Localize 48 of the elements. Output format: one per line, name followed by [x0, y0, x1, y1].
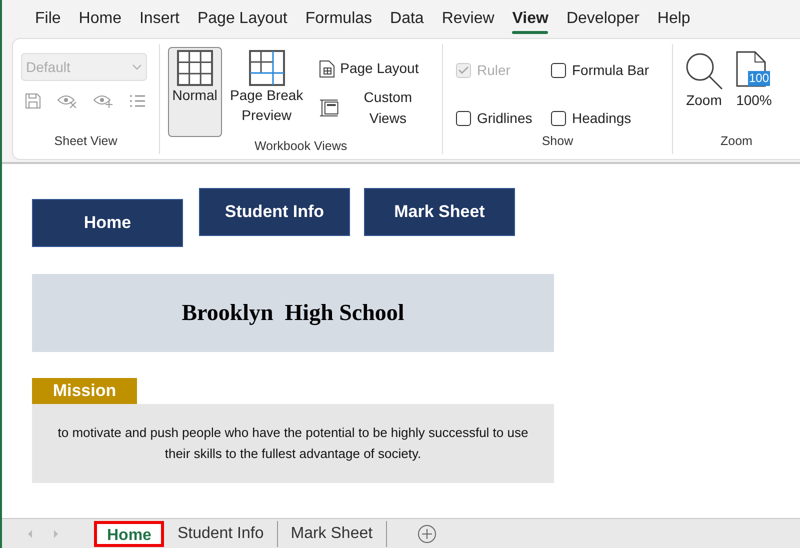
ribbon-tab[interactable]: View	[503, 0, 558, 38]
dropdown-value: Default	[26, 58, 70, 76]
shape-button[interactable]: Mark Sheet	[364, 188, 515, 236]
checkbox[interactable]: Formula Bar	[550, 56, 681, 84]
group-label: Sheet View	[53, 133, 118, 150]
mission-heading: Mission	[32, 378, 137, 404]
ribbon-tab[interactable]: File	[26, 0, 70, 38]
search-icon	[684, 51, 724, 91]
ribbon-tab[interactable]: Formulas	[296, 0, 382, 38]
caret-icon	[132, 64, 142, 70]
ribbon-tab[interactable]: Developer	[557, 0, 648, 38]
list-icon[interactable]	[129, 94, 145, 108]
grid-icon	[176, 50, 213, 86]
ribbon-tab[interactable]: Home	[70, 0, 130, 38]
ribbon-tab[interactable]: Review	[432, 0, 504, 38]
zoom-level-badge: 100	[748, 71, 770, 86]
ribbon-tab[interactable]: Data	[381, 0, 433, 38]
add-sheet-icon[interactable]	[416, 524, 437, 544]
view-button[interactable]: Normal	[168, 47, 222, 137]
ribbon-tab[interactable]: Page Layout	[188, 0, 296, 38]
checkmark-icon	[458, 66, 469, 75]
sheet-tab[interactable]: Student Info	[164, 520, 278, 546]
shape-button[interactable]: Student Info	[199, 188, 350, 236]
sheet-tab[interactable]: Home	[94, 520, 164, 546]
school-title: Brooklyn High School	[32, 274, 554, 352]
eye-plus-icon[interactable]	[93, 94, 113, 108]
checkbox[interactable]: Headings	[550, 104, 681, 132]
shape-button[interactable]: Home	[32, 199, 183, 247]
scroll-right-icon[interactable]	[52, 528, 60, 538]
eye-cross-icon[interactable]	[57, 94, 77, 108]
page-break-icon	[248, 50, 285, 86]
ribbon-tab[interactable]: Help	[648, 0, 700, 38]
save-icon[interactable]	[25, 93, 41, 109]
ribbon-tab[interactable]: Insert	[130, 0, 188, 38]
sheet-tab[interactable]: Mark Sheet	[278, 520, 387, 546]
zoom-button[interactable]: 100 100%	[732, 48, 775, 118]
zoom-button[interactable]: Zoom	[680, 48, 727, 118]
mission-text: to motivate and push people who have the potential to be highly successful to use their skills to the fullest advantage of society.	[56, 424, 530, 463]
scroll-left-icon[interactable]	[26, 528, 34, 538]
checkbox[interactable]: Gridlines	[456, 104, 551, 132]
view-button[interactable]: Custom Views	[317, 83, 434, 133]
group-label: Zoom	[720, 133, 754, 150]
group-label: Workbook Views	[253, 138, 348, 155]
view-button[interactable]: Page Break Preview	[224, 47, 310, 137]
group-label: Show	[540, 133, 574, 150]
window-icon	[319, 98, 339, 118]
view-button[interactable]: Page Layout	[317, 54, 434, 83]
page-icon	[319, 60, 336, 78]
